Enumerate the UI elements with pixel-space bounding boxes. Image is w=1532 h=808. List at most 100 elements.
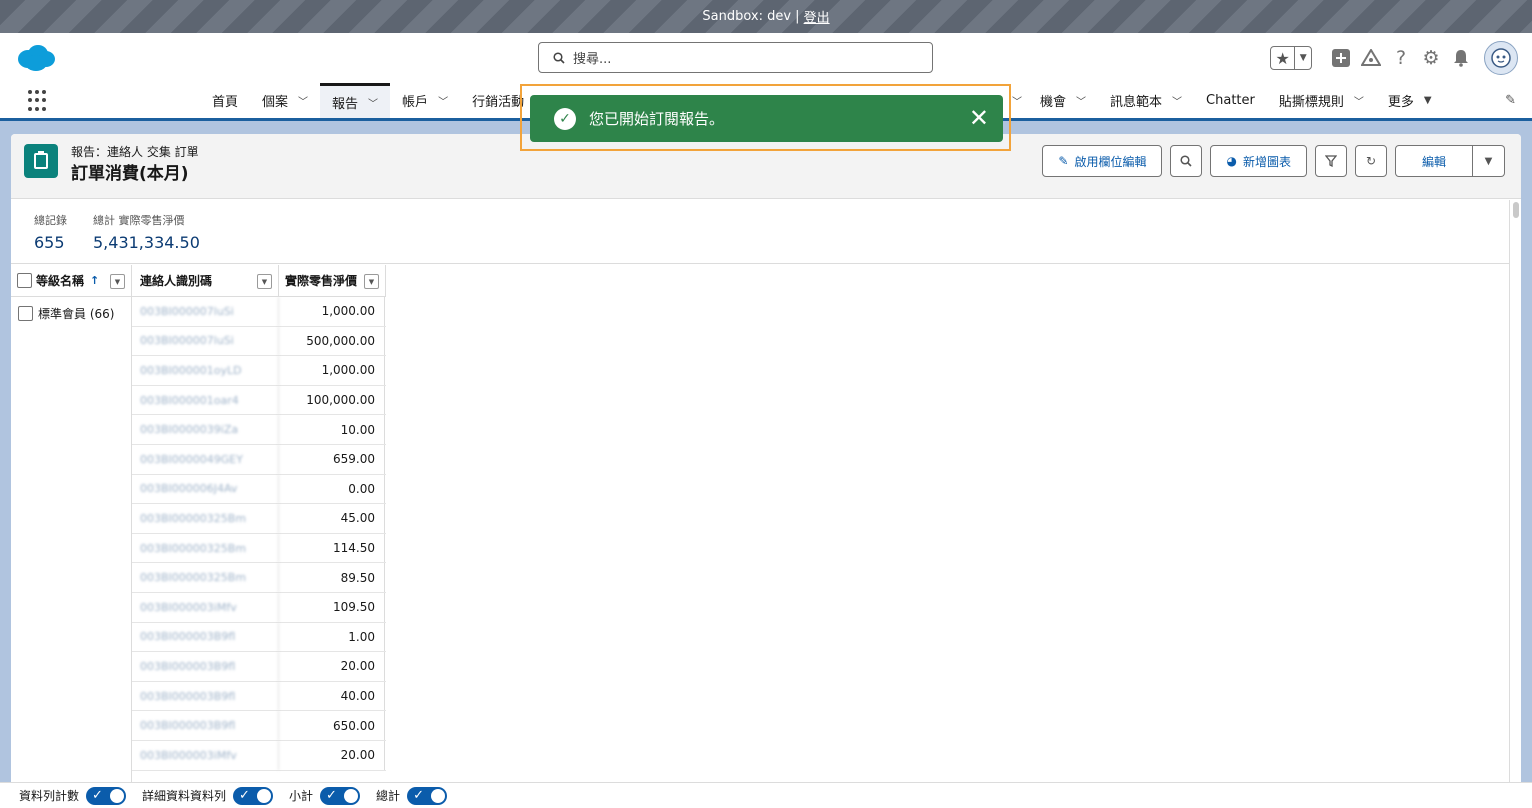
nav-item-cases[interactable]: 個案 ﹀: [250, 83, 320, 118]
favorites-dropdown-icon[interactable]: ▼: [1295, 47, 1311, 69]
chevron-down-icon[interactable]: ﹀: [368, 95, 378, 110]
app-launcher-icon[interactable]: [28, 90, 50, 112]
nav-item-opportunities[interactable]: 機會 ﹀: [1028, 83, 1098, 118]
group-checkbox[interactable]: [18, 306, 33, 321]
toggle-subtotals: 小計 ✓: [289, 786, 361, 805]
table-row: 003BI000003iMfv 109.50: [132, 592, 386, 623]
total-records-label: 總記錄: [34, 214, 67, 227]
amount-cell: 1.00: [279, 622, 385, 652]
global-header: 搜尋... ★ ▼ ? ⚙: [0, 33, 1532, 83]
detail-rows-toggle[interactable]: ✓: [233, 786, 274, 805]
column-header-grade[interactable]: 等級名稱 ↑ ▼: [11, 265, 132, 297]
close-icon[interactable]: ✕: [969, 105, 989, 131]
amount-cell: 45.00: [279, 504, 385, 533]
report-toolbar: ✎ 啟用欄位編輯 ◕ 新增圖表 ↻ 編輯 ▼: [1042, 145, 1505, 177]
trailhead-icon[interactable]: [1356, 43, 1386, 73]
toggle-detail-rows: 詳細資料資料列 ✓: [142, 786, 274, 805]
contact-id-cell[interactable]: 003BI00000325Bm: [132, 504, 279, 533]
nav-item-tag-rules[interactable]: 貼撕標規則 ﹀: [1267, 83, 1376, 118]
contact-id-cell[interactable]: 003BI000003iMfv: [132, 740, 279, 770]
nav-item-home[interactable]: 首頁: [200, 83, 250, 118]
nav-item-accounts[interactable]: 帳戶 ﹀: [390, 83, 460, 118]
nav-items-left: 首頁 個案 ﹀ 報告 ﹀ 帳戶 ﹀ 行銷活動: [200, 83, 536, 118]
table-row: 003BI0000049GEY 659.00: [132, 444, 386, 475]
total-amount-summary: 總計 實際零售淨價 5,431,334.50: [93, 212, 200, 252]
sort-ascending-icon[interactable]: ↑: [90, 274, 99, 287]
column-menu-caret-icon[interactable]: ▼: [257, 274, 272, 289]
report-breadcrumb: 報告：連絡人 交集 訂單: [71, 145, 199, 159]
edit-nav-pencil-icon[interactable]: ✎: [1505, 93, 1516, 108]
amount-cell: 650.00: [279, 711, 385, 740]
contact-id-cell[interactable]: 003BI0000039iZa: [132, 415, 279, 444]
amount-cell: 500,000.00: [279, 326, 385, 356]
nav-item-reports[interactable]: 報告 ﹀: [320, 83, 391, 118]
scrollbar-thumb[interactable]: [1513, 202, 1519, 218]
setup-gear-icon[interactable]: ⚙: [1416, 43, 1446, 73]
chevron-down-icon[interactable]: ﹀: [1172, 93, 1182, 108]
caret-down-icon[interactable]: ▼: [1424, 95, 1432, 106]
success-toast: ✓ 您已開始訂閱報告。 ✕: [530, 95, 1003, 142]
chevron-down-icon[interactable]: ﹀: [438, 93, 448, 108]
favorites-group: ★ ▼: [1270, 46, 1312, 70]
contact-id-cell[interactable]: 003BI0000049GEY: [132, 444, 279, 474]
nav-item-message-templates[interactable]: 訊息範本 ﹀: [1098, 83, 1194, 118]
contact-id-cell[interactable]: 003BI00000325Bm: [132, 563, 279, 592]
filter-button[interactable]: [1314, 145, 1347, 177]
chevron-down-icon[interactable]: ﹀: [298, 93, 308, 108]
amount-cell: 1,000.00: [279, 297, 385, 326]
refresh-button[interactable]: ↻: [1354, 145, 1387, 177]
contact-id-cell[interactable]: 003BI000007luSi: [132, 326, 279, 356]
contact-id-cell[interactable]: 003BI000006J4Av: [132, 474, 279, 504]
user-avatar[interactable]: [1484, 41, 1518, 75]
chevron-down-icon[interactable]: ﹀: [1076, 93, 1086, 108]
table-row: 003BI000001oyLD 1,000.00: [132, 356, 386, 386]
header-actions: ★ ▼ ? ⚙: [1270, 41, 1518, 75]
edit-menu-caret-icon[interactable]: ▼: [1473, 145, 1505, 177]
chevron-down-icon[interactable]: ﹀: [1354, 93, 1364, 108]
edit-button[interactable]: 編輯: [1394, 145, 1473, 177]
contact-id-cell[interactable]: 003BI000003B9fl: [132, 711, 279, 740]
amount-cell: 659.00: [279, 444, 385, 474]
nav-item-chatter[interactable]: Chatter: [1194, 83, 1267, 118]
add-chart-button[interactable]: ◕ 新增圖表: [1210, 145, 1307, 177]
table-row: 003BI000003B9fl 1.00: [132, 622, 386, 653]
contact-id-cell[interactable]: 003BI000007luSi: [132, 297, 279, 326]
contact-id-cell[interactable]: 003BI00000325Bm: [132, 533, 279, 563]
favorites-star-icon[interactable]: ★: [1271, 47, 1296, 69]
total-amount-value: 5,431,334.50: [93, 233, 200, 252]
vertical-scrollbar[interactable]: [1509, 200, 1521, 782]
salesforce-logo-icon[interactable]: [16, 44, 56, 72]
report-title: 訂單消費(本月): [71, 164, 189, 184]
amount-cell: 114.50: [279, 533, 385, 563]
subtotals-toggle[interactable]: ✓: [320, 786, 361, 805]
table-row: 003BI000007luSi 500,000.00: [132, 326, 386, 357]
nav-item-more[interactable]: 更多 ▼: [1376, 83, 1444, 118]
contact-id-cell[interactable]: 003BI000001oar4: [132, 385, 279, 415]
logout-link[interactable]: 登出: [804, 7, 830, 26]
select-all-checkbox[interactable]: [17, 273, 32, 288]
table-row: 003BI00000325Bm 114.50: [132, 533, 386, 564]
contact-id-cell[interactable]: 003BI000003B9fl: [132, 681, 279, 711]
contact-id-cell[interactable]: 003BI000003B9fl: [132, 622, 279, 652]
global-search-input[interactable]: 搜尋...: [538, 42, 933, 73]
group-cell: 標準會員 (66): [11, 297, 131, 322]
search-icon: [553, 51, 565, 64]
global-actions-plus-icon[interactable]: [1326, 43, 1356, 73]
amount-cell: 40.00: [279, 681, 385, 711]
contact-id-cell[interactable]: 003BI000003iMfv: [132, 592, 279, 622]
pencil-icon: ✎: [1058, 154, 1069, 168]
contact-id-cell[interactable]: 003BI000001oyLD: [132, 356, 279, 385]
sandbox-bar: Sandbox: dev | 登出: [0, 0, 1532, 33]
contact-id-cell[interactable]: 003BI000003B9fl: [132, 652, 279, 681]
grand-total-toggle[interactable]: ✓: [407, 786, 448, 805]
column-menu-caret-icon[interactable]: ▼: [364, 274, 379, 289]
row-counts-toggle[interactable]: ✓: [86, 786, 127, 805]
enable-field-edit-button[interactable]: ✎ 啟用欄位編輯: [1042, 145, 1163, 177]
search-report-button[interactable]: [1170, 145, 1203, 177]
column-menu-caret-icon[interactable]: ▼: [110, 274, 125, 289]
chevron-down-icon[interactable]: ﹀: [1012, 93, 1022, 108]
help-icon[interactable]: ?: [1386, 43, 1416, 73]
column-header-contact-id[interactable]: 連絡人識別碼 ▼: [132, 265, 279, 297]
column-header-amount[interactable]: 實際零售淨價 ▼: [279, 265, 386, 297]
notifications-bell-icon[interactable]: [1446, 43, 1476, 73]
